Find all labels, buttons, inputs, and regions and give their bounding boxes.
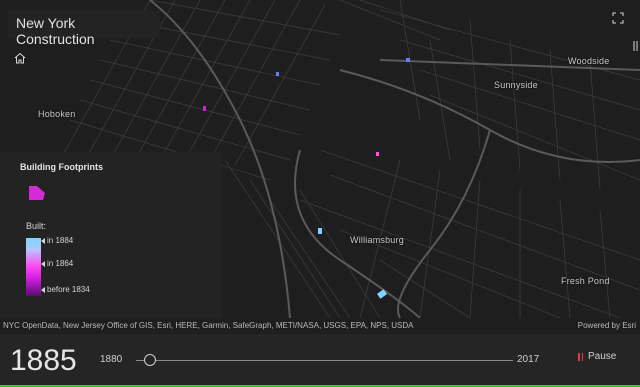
home-icon [14, 52, 26, 64]
map-attribution: NYC OpenData, New Jersey Office of GIS, … [0, 318, 640, 334]
pause-label: Pause [588, 351, 617, 362]
expand-icon [612, 12, 624, 24]
place-label-fresh-pond: Fresh Pond [561, 276, 610, 286]
ramp-label-newest: in 1884 [40, 236, 74, 245]
map-view[interactable]: Woodside Hoboken Sunnyside Williamsburg … [0, 0, 640, 334]
place-label-sunnyside: Sunnyside [494, 80, 538, 90]
place-label-hoboken: Hoboken [38, 109, 76, 119]
slider-thumb[interactable] [143, 354, 156, 366]
slider-track[interactable] [136, 360, 513, 361]
place-label-woodside: Woodside [568, 56, 610, 66]
current-year: 1885 [10, 344, 77, 377]
time-slider-panel: 1885 1880 2017 Pause [0, 334, 640, 387]
side-panel-toggle[interactable] [632, 39, 640, 53]
legend-built-label: Built: [26, 221, 47, 231]
place-label-williamsburg: Williamsburg [350, 235, 404, 245]
expand-button[interactable] [612, 11, 626, 25]
panel-icon [633, 41, 638, 51]
building-footprint-swatch-icon [29, 186, 45, 200]
legend-layer-title: Building Footprints [20, 162, 103, 172]
attribution-sources: NYC OpenData, New Jersey Office of GIS, … [3, 321, 414, 330]
color-ramp [26, 238, 41, 296]
slider-min-label: 1880 [100, 354, 123, 365]
powered-by-esri[interactable]: Powered by Esri [578, 321, 636, 330]
pause-icon [578, 352, 583, 361]
ramp-label-middle: in 1864 [40, 259, 74, 268]
slider-max-label: 2017 [517, 354, 540, 365]
pause-button[interactable]: Pause [578, 351, 616, 362]
home-button[interactable] [8, 46, 32, 70]
ramp-label-oldest: before 1834 [41, 285, 90, 294]
map-title: New York Construction [8, 10, 160, 47]
legend-panel: Building Footprints Built: in 1884 in 18… [0, 152, 222, 318]
